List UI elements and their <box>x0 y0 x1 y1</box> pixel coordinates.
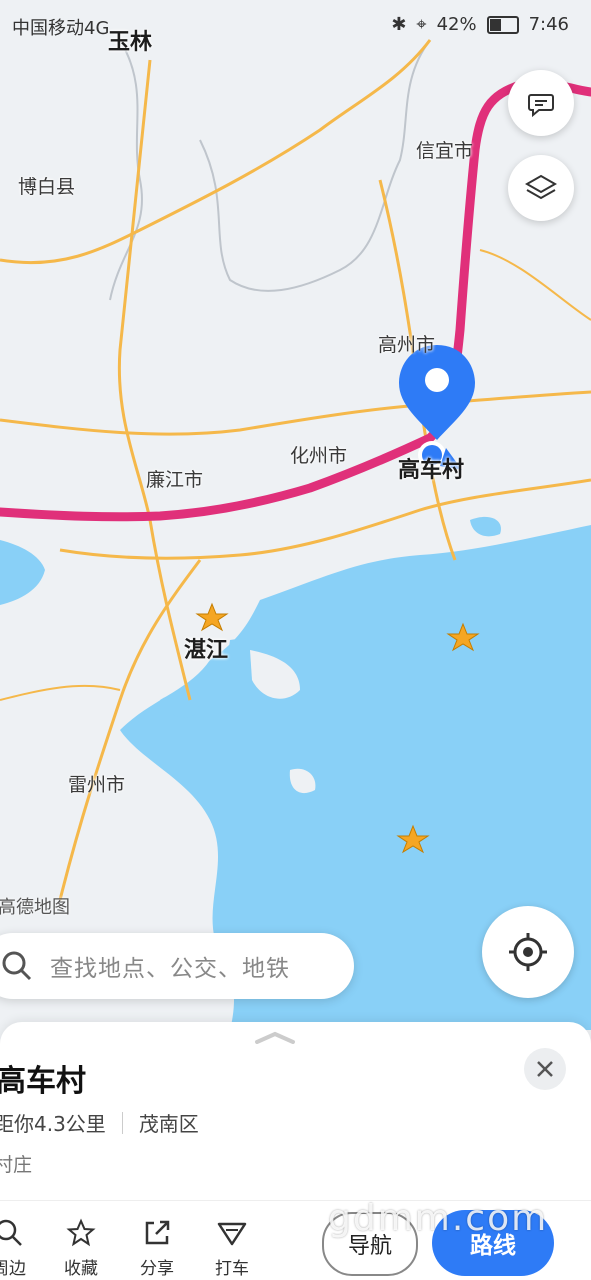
close-button[interactable] <box>524 1048 566 1090</box>
place-title: 高车村 <box>0 1064 86 1099</box>
clock: 7:46 <box>528 14 569 35</box>
district-text: 茂南区 <box>138 1112 199 1136</box>
favorite-button[interactable]: 收藏 <box>46 1218 116 1279</box>
place-detail-sheet: 高车村 距你4.3公里 茂南区 村庄 周边 收藏 分享 打车 导航 路线 <box>0 1022 591 1280</box>
bluetooth-icon: ✱ <box>391 14 407 35</box>
battery-percent: 42% <box>436 14 477 35</box>
share-icon <box>145 1220 170 1245</box>
send-icon <box>217 1222 247 1246</box>
nearby-button[interactable]: 周边 <box>0 1218 44 1279</box>
feedback-button[interactable] <box>508 70 574 136</box>
search-icon <box>0 1219 22 1246</box>
close-icon <box>537 1061 553 1077</box>
village-label: 高车村 <box>398 458 465 483</box>
taxi-button[interactable]: 打车 <box>197 1218 267 1279</box>
status-bar: 中国移动4G ✱ ⌖ 42% 7:46 <box>0 0 591 50</box>
search-icon <box>2 951 32 981</box>
city-label: 玉林 <box>108 30 153 55</box>
location-service-icon: ⌖ <box>416 14 427 35</box>
search-bar[interactable]: 查找地点、公交、地铁 <box>0 933 354 999</box>
locate-me-button[interactable] <box>482 906 574 998</box>
city-label: 博白县 <box>18 176 76 198</box>
distance-text: 距你4.3公里 <box>0 1112 106 1136</box>
search-placeholder: 查找地点、公交、地铁 <box>50 956 290 982</box>
city-label: 高州市 <box>378 334 436 356</box>
place-meta: 距你4.3公里 茂南区 <box>0 1108 199 1137</box>
city-label: 雷州市 <box>68 774 126 796</box>
crosshair-icon <box>509 933 547 971</box>
message-icon <box>528 94 554 118</box>
carrier-label: 中国移动4G <box>12 18 110 39</box>
amap-logo: 高德地图 <box>0 897 70 918</box>
star-icon <box>66 1218 96 1247</box>
layers-button[interactable] <box>508 155 574 221</box>
city-label: 湛江 <box>184 638 229 663</box>
site-watermark: gdmm.com <box>328 1198 549 1239</box>
battery-icon <box>486 15 519 34</box>
share-button[interactable]: 分享 <box>122 1218 192 1279</box>
city-label: 信宜市 <box>416 140 474 162</box>
city-label: 化州市 <box>290 445 348 467</box>
city-label: 廉江市 <box>146 469 204 491</box>
place-type: 村庄 <box>0 1154 33 1176</box>
sheet-handle-icon[interactable] <box>253 1030 297 1044</box>
layers-icon <box>524 174 558 200</box>
